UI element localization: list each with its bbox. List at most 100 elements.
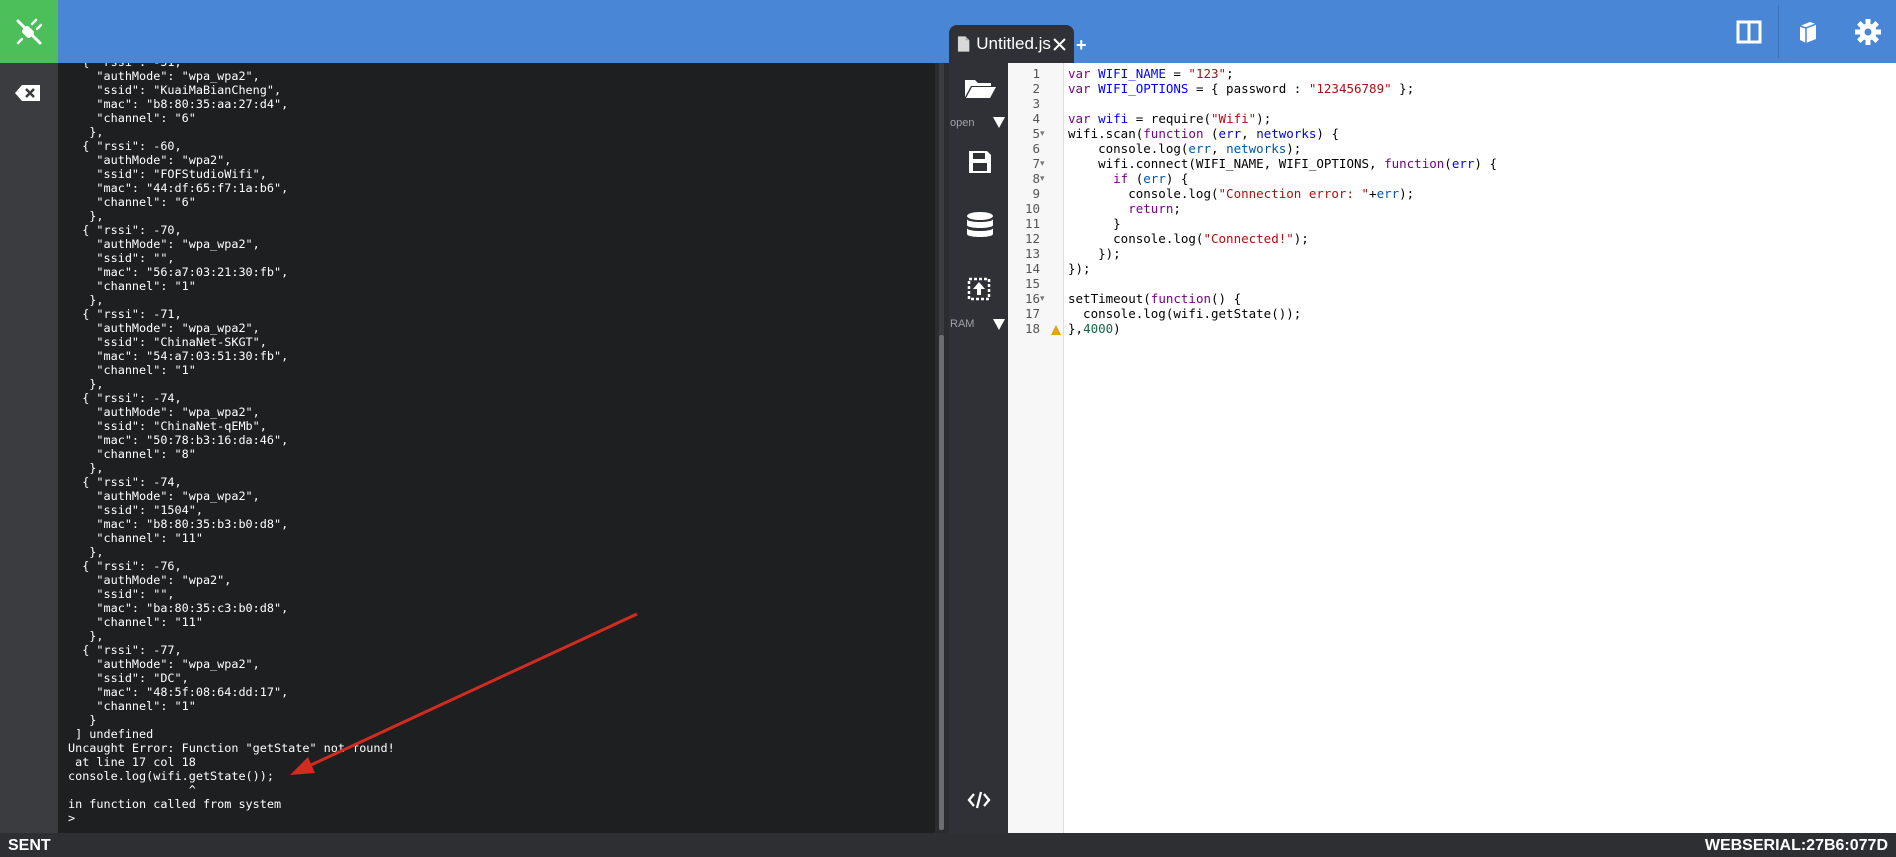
storage-button[interactable] bbox=[955, 211, 1003, 245]
fold-marker-line-7[interactable]: ▾ bbox=[1040, 158, 1045, 169]
console-line: Uncaught Error: Function "getState" not … bbox=[68, 741, 395, 755]
close-tab-icon[interactable] bbox=[1051, 35, 1068, 53]
ram-label: RAM bbox=[950, 318, 975, 330]
console-line: { "rssi": -74, bbox=[68, 475, 182, 489]
line-number: 13 bbox=[1024, 246, 1040, 261]
line-number: 9 bbox=[1032, 186, 1040, 201]
save-button[interactable] bbox=[955, 149, 1003, 179]
console-line: { "rssi": -74, bbox=[68, 391, 182, 405]
database-icon bbox=[967, 212, 993, 237]
toggle-code-blocks-button[interactable] bbox=[955, 790, 1003, 812]
code-text[interactable]: var WIFI_NAME = "123"; var WIFI_OPTIONS … bbox=[1068, 66, 1497, 336]
open-file-button[interactable] bbox=[955, 77, 1003, 105]
connect-button[interactable] bbox=[0, 0, 58, 63]
documentation-button[interactable] bbox=[1788, 12, 1828, 52]
console-line: }, bbox=[68, 545, 104, 559]
new-tab-button[interactable]: + bbox=[1076, 35, 1087, 56]
clear-console-button[interactable] bbox=[14, 83, 44, 105]
split-view-icon bbox=[1736, 20, 1762, 44]
open-dropdown-arrow-icon[interactable] bbox=[993, 117, 1005, 128]
console-line: { "rssi": -70, bbox=[68, 223, 182, 237]
line-number: 11 bbox=[1024, 216, 1040, 231]
code-line: console.log(wifi.getState()); bbox=[1068, 306, 1302, 321]
console-line: "mac": "48:5f:08:64:dd:17", bbox=[68, 685, 289, 699]
console-line: "mac": "b8:80:35:aa:27:d4", bbox=[68, 97, 289, 111]
backspace-icon bbox=[15, 85, 40, 101]
console-line: { "rssi": -60, bbox=[68, 139, 182, 153]
fold-marker-line-5[interactable]: ▾ bbox=[1040, 128, 1045, 139]
terminal-console[interactable]: { "rssi": -51, "authMode": "wpa_wpa2", "… bbox=[58, 63, 935, 833]
console-line: { "rssi": -76, bbox=[68, 559, 182, 573]
fold-marker-line-8[interactable]: ▾ bbox=[1040, 173, 1045, 184]
console-line: "authMode": "wpa_wpa2", bbox=[68, 657, 260, 671]
console-line: } bbox=[68, 713, 97, 727]
console-line: > bbox=[68, 811, 76, 825]
console-line: "channel": "8" bbox=[68, 447, 196, 461]
code-brackets-icon bbox=[967, 791, 991, 809]
code-editor[interactable]: var WIFI_NAME = "123"; var WIFI_OPTIONS … bbox=[1064, 63, 1896, 833]
console-line: "channel": "6" bbox=[68, 195, 196, 209]
console-line: "authMode": "wpa_wpa2", bbox=[68, 321, 260, 335]
console-line: "channel": "1" bbox=[68, 699, 196, 713]
console-line: "authMode": "wpa_wpa2", bbox=[68, 405, 260, 419]
console-line: }, bbox=[68, 209, 104, 223]
console-line: "channel": "1" bbox=[68, 279, 196, 293]
editor-sidebar: open RAM bbox=[949, 63, 1008, 833]
console-line: }, bbox=[68, 125, 104, 139]
code-line: if (err) { bbox=[1113, 171, 1189, 186]
console-line: }, bbox=[68, 461, 104, 475]
code-line: console.log(err, networks); bbox=[1068, 141, 1302, 156]
layout-toggle-button[interactable] bbox=[1729, 12, 1769, 52]
status-bar: SENT WEBSERIAL:27B6:077D bbox=[0, 833, 1896, 857]
toolbar-separator bbox=[1778, 5, 1779, 58]
fold-marker-line-16[interactable]: ▾ bbox=[1040, 293, 1045, 304]
console-line: { "rssi": -77, bbox=[68, 643, 182, 657]
tab-title: Untitled.js bbox=[976, 34, 1051, 53]
console-line: "channel": "6" bbox=[68, 111, 196, 125]
console-sidebar bbox=[0, 63, 58, 833]
console-line: "authMode": "wpa_wpa2", bbox=[68, 237, 260, 251]
settings-button[interactable] bbox=[1848, 12, 1888, 52]
code-line: }); bbox=[1068, 261, 1091, 276]
console-line: "mac": "56:a7:03:21:30:fb", bbox=[68, 265, 289, 279]
gear-icon bbox=[1855, 19, 1881, 45]
pane-splitter[interactable] bbox=[935, 63, 949, 833]
code-line: var wifi = require("Wifi"); bbox=[1068, 111, 1272, 126]
code-line: console.log("Connected!"); bbox=[1068, 231, 1309, 246]
console-line: "ssid": "", bbox=[68, 587, 175, 601]
console-line: "mac": "ba:80:35:c3:b0:d8", bbox=[68, 601, 289, 615]
ram-dropdown-arrow-icon[interactable] bbox=[993, 319, 1005, 330]
console-line: at line 17 col 18 bbox=[68, 755, 196, 769]
connection-status[interactable]: WEBSERIAL:27B6:077D bbox=[1705, 837, 1888, 855]
console-line: "ssid": "", bbox=[68, 251, 175, 265]
console-line: "authMode": "wpa_wpa2", bbox=[68, 489, 260, 503]
send-to-ram-button[interactable] bbox=[955, 277, 1003, 303]
code-line: wifi.scan(function (err, networks) { bbox=[1068, 126, 1339, 141]
folder-open-icon bbox=[965, 80, 996, 98]
plug-disconnected-icon bbox=[16, 18, 43, 44]
line-number: 3 bbox=[1032, 96, 1040, 111]
warning-icon[interactable] bbox=[1051, 325, 1061, 335]
console-line: console.log(wifi.getState()); bbox=[68, 769, 274, 783]
console-line: "ssid": "ChinaNet-SKGT", bbox=[68, 335, 267, 349]
console-output: { "rssi": -51, "authMode": "wpa_wpa2", "… bbox=[68, 63, 395, 825]
console-line: "authMode": "wpa2", bbox=[68, 153, 232, 167]
console-line: "ssid": "KuaiMaBianCheng", bbox=[68, 83, 282, 97]
console-line: }, bbox=[68, 293, 104, 307]
tab-untitled-js[interactable]: Untitled.js bbox=[949, 25, 1074, 63]
top-toolbar: Untitled.js + bbox=[0, 0, 1896, 63]
console-line: "mac": "50:78:b3:16:da:46", bbox=[68, 433, 289, 447]
console-line: "channel": "11" bbox=[68, 531, 203, 545]
line-number: 1 bbox=[1032, 66, 1040, 81]
open-label: open bbox=[950, 117, 975, 129]
console-line: "ssid": "FOFStudioWifi", bbox=[68, 167, 267, 181]
line-number: 7 bbox=[1032, 156, 1040, 171]
book-icon bbox=[1799, 22, 1817, 43]
floppy-disk-icon bbox=[969, 151, 991, 173]
console-scrollbar-thumb[interactable] bbox=[939, 335, 944, 830]
line-number-gutter: 1 2 3 4 5 6 7 8 9 10 11 12 13 14 15 16 17 18 ▾ ▾ ▾ ▾ bbox=[1008, 63, 1064, 833]
line-number: 5 bbox=[1032, 126, 1040, 141]
code-line: var WIFI_OPTIONS = { password : "1234567… bbox=[1068, 81, 1415, 96]
line-number: 16 bbox=[1024, 291, 1040, 306]
console-line: "mac": "44:df:65:f7:1a:b6", bbox=[68, 181, 289, 195]
